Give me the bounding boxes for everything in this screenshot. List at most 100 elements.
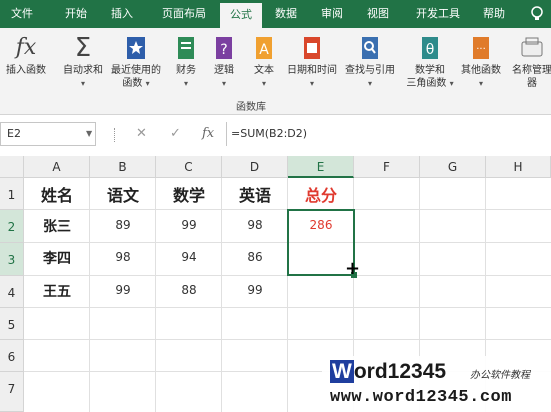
table-cell[interactable]: 99 (222, 283, 288, 297)
table-cell[interactable]: 86 (222, 250, 288, 264)
other-functions-icon: ··· (473, 37, 489, 59)
column-header[interactable]: B (90, 156, 156, 178)
formula-bar-divider (114, 128, 117, 142)
cell-header-english[interactable]: 英语 (222, 182, 288, 206)
table-cell[interactable]: 98 (90, 250, 156, 264)
tab-developer[interactable]: 开发工具 (410, 0, 466, 28)
recent-functions-button[interactable]: 最近使用的函数 ▾ (108, 34, 164, 90)
chevron-down-icon: ▾ (183, 79, 188, 88)
formula-bar: E2 ▼ ✕ ✓ fx =SUM(B2:D2) (0, 122, 551, 148)
logical-button[interactable]: ? 逻辑 ▾ (208, 34, 240, 90)
row-header[interactable]: 1 (0, 178, 24, 210)
row-header-selected[interactable]: 2 (0, 210, 24, 243)
column-header-selected[interactable]: E (288, 156, 354, 178)
financial-button[interactable]: 财务 ▾ (170, 34, 202, 90)
table-cell[interactable]: 98 (222, 218, 288, 232)
column-header[interactable]: G (420, 156, 486, 178)
watermark-brand-w: W (330, 360, 354, 383)
grid-line (24, 307, 551, 308)
autosum-label: 自动求和 (63, 65, 103, 76)
table-cell[interactable]: 94 (156, 250, 222, 264)
text-label: 文本 (254, 65, 274, 76)
row-header-selected[interactable]: 3 (0, 243, 24, 276)
ribbon-tab-bar: 文件 开始 插入 页面布局 公式 数据 审阅 视图 开发工具 帮助 (0, 0, 551, 28)
datetime-button[interactable]: 日期和时间 ▾ (284, 34, 340, 90)
financial-label: 财务 (176, 65, 196, 76)
math-trig-button[interactable]: θ 数学和三角函数 ▾ (402, 34, 458, 90)
table-cell-name[interactable]: 张三 (24, 216, 90, 236)
chevron-down-icon: ▾ (478, 79, 483, 88)
chevron-down-icon: ▾ (449, 79, 454, 88)
other-functions-button[interactable]: ··· 其他函数 ▾ (456, 34, 506, 90)
name-box[interactable]: E2 (0, 122, 96, 146)
lookup-magnifier-icon (362, 37, 378, 59)
column-header[interactable]: D (222, 156, 288, 178)
crosshair-cursor-icon: + (345, 258, 361, 279)
name-tag-icon (521, 37, 543, 57)
datetime-label: 日期和时间 (287, 65, 337, 76)
table-cell[interactable]: 89 (90, 218, 156, 232)
name-manager-button[interactable]: 名称管理器 (512, 34, 551, 90)
tab-insert[interactable]: 插入 (104, 0, 140, 28)
tab-home[interactable]: 开始 (58, 0, 94, 28)
tab-page-layout[interactable]: 页面布局 (152, 0, 216, 28)
table-cell-name[interactable]: 李四 (24, 248, 90, 268)
lookup-button[interactable]: 查找与引用 ▾ (342, 34, 398, 90)
fx-icon[interactable]: fx (202, 126, 214, 141)
math-label-2: 三角函数 (406, 78, 447, 89)
tab-formulas[interactable]: 公式 (220, 3, 262, 28)
ribbon-formulas: fx 插入函数 Σ 自动求和 ▾ 最近使用的函数 ▾ 财务 ▾ ? 逻辑 ▾ A 文本… (0, 28, 551, 115)
name-manager-label: 名称管理器 (512, 65, 551, 89)
table-cell[interactable]: 99 (156, 218, 222, 232)
cancel-icon[interactable]: ✕ (136, 126, 147, 141)
tab-file[interactable]: 文件 (2, 0, 42, 28)
function-library-group-label: 函数库 (236, 102, 266, 113)
logical-label: 逻辑 (214, 65, 234, 76)
cell-header-chinese[interactable]: 语文 (90, 182, 156, 206)
text-button[interactable]: A 文本 ▾ (248, 34, 280, 90)
column-header[interactable]: F (354, 156, 420, 178)
insert-function-button[interactable]: fx 插入函数 (2, 34, 50, 77)
row-header[interactable]: 5 (0, 308, 24, 340)
chevron-down-icon: ▾ (367, 79, 372, 88)
svg-text:θ: θ (426, 42, 435, 58)
row-header[interactable]: 6 (0, 340, 24, 372)
column-header[interactable]: H (486, 156, 551, 178)
other-functions-label: 其他函数 (461, 65, 501, 76)
autosum-button[interactable]: Σ 自动求和 ▾ (58, 34, 108, 90)
chevron-down-icon: ▾ (309, 79, 314, 88)
recent-functions-label: 最近使用的函数 (111, 65, 161, 89)
cell-header-name[interactable]: 姓名 (24, 182, 90, 206)
tab-view[interactable]: 视图 (360, 0, 396, 28)
chevron-down-icon[interactable]: ▼ (86, 129, 92, 138)
table-cell-name[interactable]: 王五 (24, 281, 90, 301)
tab-help[interactable]: 帮助 (476, 0, 512, 28)
formula-input[interactable]: =SUM(B2:D2) (226, 122, 551, 146)
table-cell[interactable]: 99 (90, 283, 156, 297)
financial-book-icon (178, 37, 194, 59)
column-header[interactable]: C (156, 156, 222, 178)
cell-header-math[interactable]: 数学 (156, 182, 222, 206)
table-cell[interactable]: 88 (156, 283, 222, 297)
tab-data[interactable]: 数据 (268, 0, 304, 28)
star-icon (127, 37, 145, 59)
chevron-down-icon: ▾ (80, 79, 85, 88)
watermark-brand: Word12345 (330, 360, 446, 384)
select-all-corner[interactable] (0, 156, 24, 178)
sigma-icon: Σ (74, 33, 92, 63)
chevron-down-icon: ▾ (221, 79, 226, 88)
logical-question-icon: ? (216, 37, 232, 59)
lightbulb-icon[interactable] (526, 0, 548, 28)
row-header[interactable]: 7 (0, 372, 24, 412)
insert-function-label: 插入函数 (6, 65, 46, 76)
column-header[interactable]: A (24, 156, 90, 178)
watermark-brand-rest: ord12345 (353, 360, 447, 383)
row-header[interactable]: 4 (0, 276, 24, 308)
tab-review[interactable]: 审阅 (314, 0, 350, 28)
cell-header-total[interactable]: 总分 (288, 182, 354, 206)
math-label-1: 数学和 (415, 65, 445, 76)
watermark: Word12345 办公软件教程 www.word12345.com (322, 356, 551, 412)
theta-icon: θ (422, 37, 438, 59)
lookup-label: 查找与引用 (345, 65, 395, 76)
confirm-icon[interactable]: ✓ (170, 126, 181, 141)
